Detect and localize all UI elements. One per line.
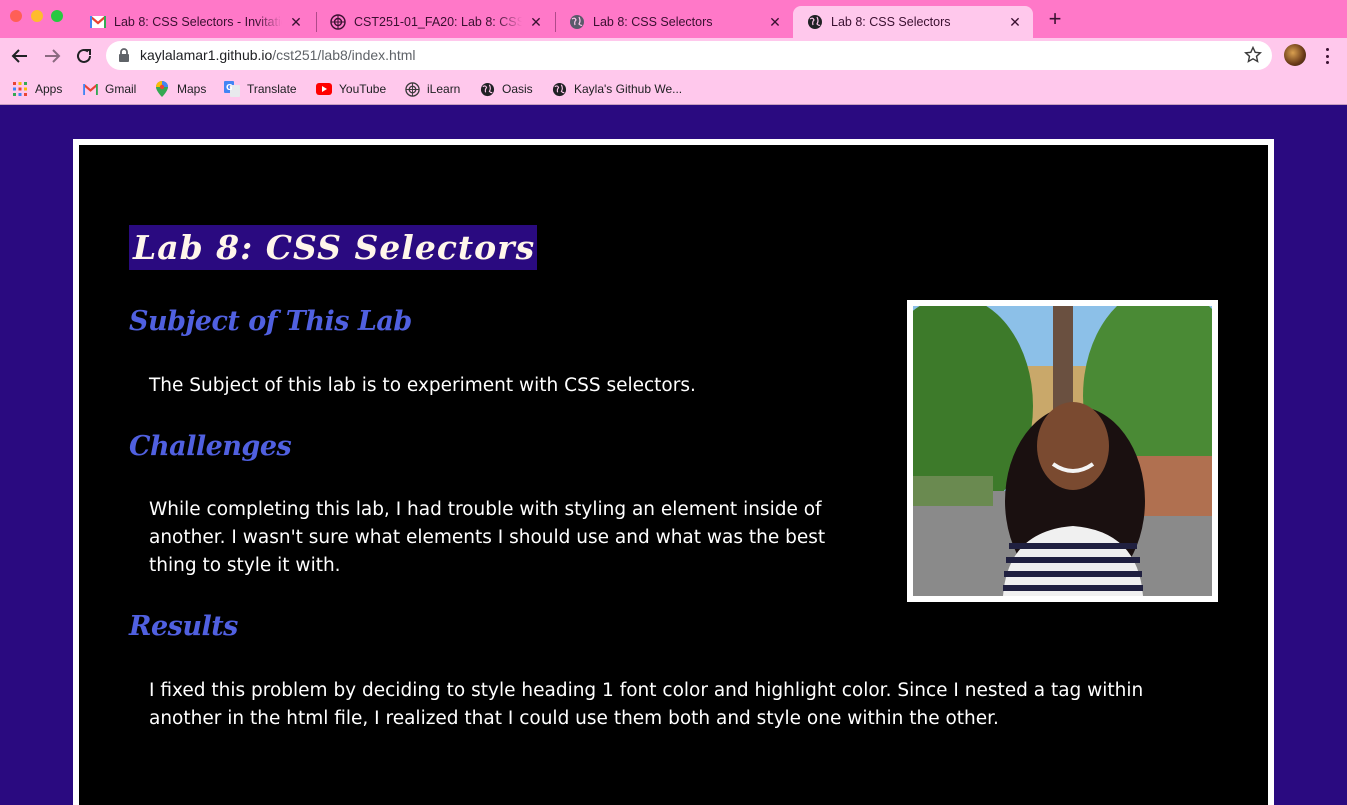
ilearn-icon: [404, 81, 420, 97]
tab-title: Lab 8: CSS Selectors - Invitation: [114, 15, 282, 29]
tab-title: CST251-01_FA20: Lab 8: CSS Selectors: [354, 15, 522, 29]
bookmark-label: Maps: [177, 82, 207, 96]
tab-ilearn[interactable]: CST251-01_FA20: Lab 8: CSS Selectors ✕: [316, 6, 554, 38]
globe-icon: [569, 14, 585, 30]
maps-icon: [154, 81, 170, 97]
bookmark-label: Translate: [247, 82, 297, 96]
bookmark-apps[interactable]: Apps: [12, 79, 62, 99]
gmail-icon: [90, 14, 106, 30]
bookmark-label: Kayla's Github We...: [574, 82, 683, 96]
window-close-button[interactable]: [10, 10, 22, 22]
close-icon[interactable]: ✕: [767, 14, 783, 31]
bookmark-star-icon[interactable]: [1243, 45, 1263, 69]
globe-icon: [807, 14, 823, 30]
bookmark-oasis[interactable]: Oasis: [479, 79, 533, 99]
youtube-icon: [316, 81, 332, 97]
section-heading-challenges: Challenges: [129, 431, 292, 462]
reload-icon: [77, 48, 91, 63]
section-body-subject: The Subject of this lab is to experiment…: [149, 375, 696, 396]
tab-lab8-a[interactable]: Lab 8: CSS Selectors ✕: [555, 6, 793, 38]
tab-gmail-invitation[interactable]: Lab 8: CSS Selectors - Invitation ✕: [76, 6, 314, 38]
bookmark-ilearn[interactable]: iLearn: [404, 79, 460, 99]
close-icon[interactable]: ✕: [288, 14, 304, 31]
window-maximize-button[interactable]: [51, 10, 63, 22]
page-title: Lab 8: CSS Selectors: [129, 225, 538, 270]
tab-strip: Lab 8: CSS Selectors - Invitation ✕ CST2…: [0, 0, 1347, 38]
bookmark-label: Gmail: [105, 82, 137, 96]
globe-icon: [479, 81, 495, 97]
tab-title: Lab 8: CSS Selectors: [831, 15, 951, 29]
section-heading-subject: Subject of This Lab: [129, 306, 412, 337]
arrow-right-icon: [45, 49, 61, 63]
portrait-image: [913, 306, 1212, 596]
browser-toolbar: kaylalamar1.github.io/cst251/lab8/index.…: [0, 38, 1347, 74]
browser-menu-icon[interactable]: [1318, 46, 1336, 66]
bookmark-label: iLearn: [427, 82, 461, 96]
close-icon[interactable]: ✕: [1007, 14, 1023, 31]
tab-title: Lab 8: CSS Selectors: [593, 15, 713, 29]
bookmark-label: YouTube: [339, 82, 387, 96]
back-button[interactable]: [8, 44, 32, 68]
lock-icon: [118, 48, 130, 67]
arrow-left-icon: [11, 49, 27, 63]
tab-lab8-active[interactable]: Lab 8: CSS Selectors ✕: [793, 6, 1033, 38]
ilearn-icon: [330, 14, 346, 30]
bookmark-youtube[interactable]: YouTube: [316, 79, 386, 99]
profile-photo: [907, 300, 1218, 602]
bookmark-label: Oasis: [502, 82, 533, 96]
translate-icon: G: [224, 81, 240, 97]
apps-grid-icon: [12, 81, 28, 97]
bookmark-label: Apps: [35, 82, 63, 96]
url-host: kaylalamar1.github.io: [140, 47, 273, 63]
section-body-results: I fixed this problem by deciding to styl…: [149, 680, 1144, 729]
forward-button[interactable]: [40, 44, 64, 68]
close-icon[interactable]: ✕: [528, 14, 544, 31]
url-text: kaylalamar1.github.io/cst251/lab8/index.…: [140, 47, 416, 63]
bookmark-translate[interactable]: G Translate: [224, 79, 297, 99]
section-body-challenges: While completing this lab, I had trouble…: [149, 499, 826, 576]
bookmarks-bar: Apps Gmail Maps G Translate YouTube iLea…: [0, 74, 1347, 105]
profile-avatar[interactable]: [1284, 44, 1306, 66]
url-path: /cst251/lab8/index.html: [272, 47, 416, 63]
svg-text:G: G: [226, 83, 233, 92]
new-tab-button[interactable]: +: [1043, 8, 1067, 32]
bookmark-gmail[interactable]: Gmail: [82, 79, 136, 99]
bookmark-maps[interactable]: Maps: [154, 79, 206, 99]
gmail-icon: [82, 81, 98, 97]
reload-button[interactable]: [72, 44, 96, 68]
address-bar[interactable]: kaylalamar1.github.io/cst251/lab8/index.…: [106, 41, 1272, 70]
window-minimize-button[interactable]: [31, 10, 43, 22]
section-heading-results: Results: [129, 611, 238, 642]
bookmark-kayla-github[interactable]: Kayla's Github We...: [551, 79, 682, 99]
globe-icon: [551, 81, 567, 97]
